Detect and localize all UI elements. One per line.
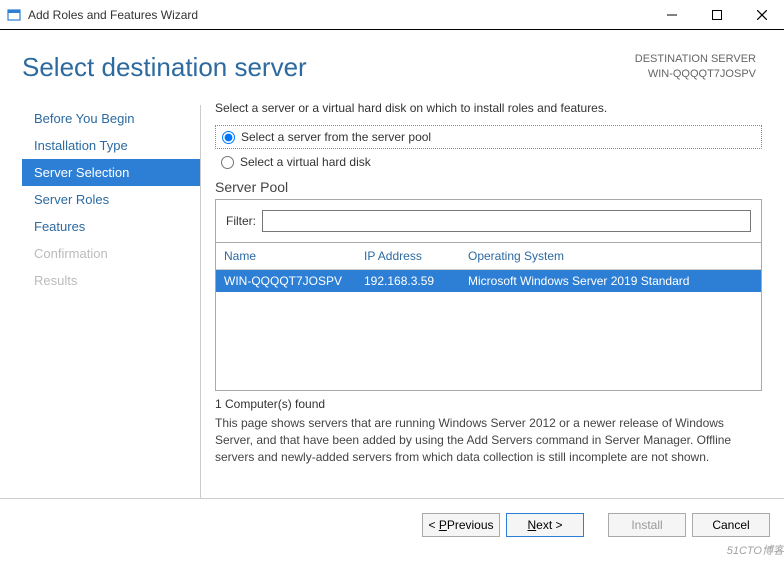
destination-label: DESTINATION SERVER WIN-QQQQT7JOSPV (635, 52, 756, 83)
nav-confirmation: Confirmation (22, 240, 200, 267)
server-pool-label: Server Pool (215, 179, 762, 195)
nav-features[interactable]: Features (22, 213, 200, 240)
radio-vhd-input[interactable] (221, 156, 234, 169)
cancel-button-label: Cancel (712, 518, 749, 532)
nav-installation-type[interactable]: Installation Type (22, 132, 200, 159)
page-title: Select destination server (22, 52, 307, 83)
radio-vhd[interactable]: Select a virtual hard disk (215, 151, 762, 179)
table-row[interactable]: WIN-QQQQT7JOSPV 192.168.3.59 Microsoft W… (216, 270, 761, 292)
wizard-footer: < PPrevious Next > Install Cancel (0, 498, 784, 550)
next-button[interactable]: Next > (506, 513, 584, 537)
filter-label: Filter: (226, 214, 256, 228)
nav-before-you-begin[interactable]: Before You Begin (22, 105, 200, 132)
radio-server-pool-label: Select a server from the server pool (241, 130, 431, 144)
vertical-divider (200, 105, 201, 498)
minimize-button[interactable] (649, 0, 694, 29)
server-table: Name IP Address Operating System WIN-QQQ… (215, 243, 762, 391)
filter-input[interactable] (262, 210, 751, 232)
column-os[interactable]: Operating System (468, 249, 753, 263)
table-body: WIN-QQQQT7JOSPV 192.168.3.59 Microsoft W… (216, 270, 761, 390)
filter-box: Filter: (215, 199, 762, 243)
nav-server-roles[interactable]: Server Roles (22, 186, 200, 213)
computers-found-label: 1 Computer(s) found (215, 397, 762, 411)
nav-results: Results (22, 267, 200, 294)
radio-group: Select a server from the server pool (215, 125, 762, 149)
wizard-nav: Before You Begin Installation Type Serve… (22, 93, 200, 498)
radio-server-pool-input[interactable] (222, 131, 235, 144)
radio-server-pool[interactable]: Select a server from the server pool (222, 130, 755, 144)
install-button: Install (608, 513, 686, 537)
main-content: Select a server or a virtual hard disk o… (215, 93, 784, 498)
column-ip[interactable]: IP Address (364, 249, 468, 263)
previous-button-label: Previous (447, 518, 494, 532)
instruction-text: Select a server or a virtual hard disk o… (215, 101, 762, 115)
table-header: Name IP Address Operating System (216, 243, 761, 270)
nav-server-selection[interactable]: Server Selection (22, 159, 200, 186)
column-name[interactable]: Name (224, 249, 364, 263)
window-controls (649, 0, 784, 29)
header: Select destination server DESTINATION SE… (0, 30, 784, 93)
close-button[interactable] (739, 0, 784, 29)
titlebar: Add Roles and Features Wizard (0, 0, 784, 30)
previous-button[interactable]: < PPrevious (422, 513, 500, 537)
maximize-button[interactable] (694, 0, 739, 29)
radio-vhd-label: Select a virtual hard disk (240, 155, 371, 169)
destination-server-name: WIN-QQQQT7JOSPV (635, 67, 756, 82)
cell-os: Microsoft Windows Server 2019 Standard (468, 274, 753, 288)
info-note: This page shows servers that are running… (215, 415, 762, 465)
app-icon (6, 7, 22, 23)
cell-name: WIN-QQQQT7JOSPV (224, 274, 364, 288)
destination-label-caption: DESTINATION SERVER (635, 52, 756, 67)
install-button-label: Install (631, 518, 662, 532)
cell-ip: 192.168.3.59 (364, 274, 468, 288)
window-title: Add Roles and Features Wizard (28, 8, 649, 22)
cancel-button[interactable]: Cancel (692, 513, 770, 537)
